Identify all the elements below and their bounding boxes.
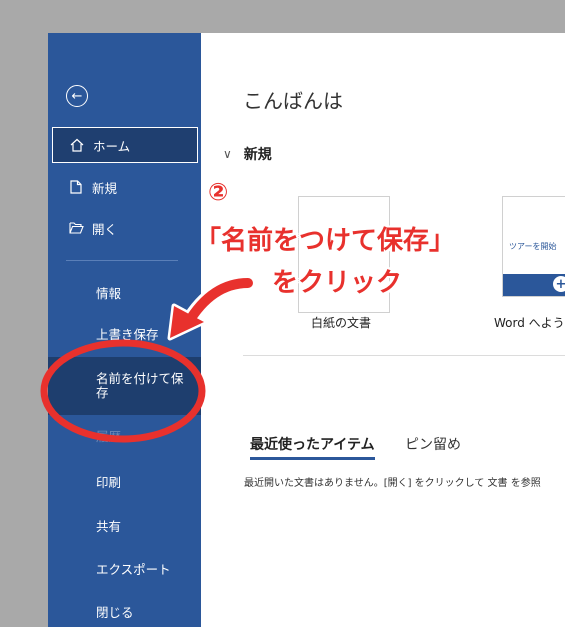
annotation-text-line2: をクリック (272, 268, 403, 298)
tab-recent-underline (250, 457, 375, 460)
recent-empty-message: 最近開いた文書はありません。[開く] をクリックして 文書 を参照 (244, 478, 541, 489)
nav-new[interactable]: 新規 (52, 169, 198, 205)
tab-pinned[interactable]: ピン留め (405, 434, 461, 454)
arrow-left-circle-icon: ← (71, 88, 83, 104)
folder-open-icon (68, 222, 84, 234)
home-icon (69, 138, 85, 152)
tour-preview-bar: + (503, 274, 565, 296)
plus-icon: + (553, 276, 565, 292)
nav-history[interactable]: 履歴 (96, 426, 121, 445)
tour-preview-text: ツアーを開始 (509, 242, 557, 251)
nav-export[interactable]: エクスポート (96, 559, 171, 578)
backstage-window: ← ホーム 新規 開く 情報 上書き保存 名前を付けて保存 履歴 印刷 共有 エ… (48, 33, 565, 627)
back-button[interactable]: ← (66, 85, 88, 107)
welcome-tour-template[interactable]: ツアーを開始 + (502, 196, 565, 297)
nav-save[interactable]: 上書き保存 (96, 324, 159, 343)
backstage-main: こんばんは ∨ 新規 白紙の文書 ツアーを開始 + Word へよう 最近使った… (201, 33, 565, 627)
nav-open-label: 開く (92, 221, 118, 237)
section-divider (243, 355, 565, 356)
nav-home-label: ホーム (93, 138, 131, 154)
new-document-icon (68, 180, 84, 194)
nav-print[interactable]: 印刷 (96, 472, 121, 491)
blank-document-label: 白紙の文書 (311, 316, 372, 330)
backstage-sidebar: ← ホーム 新規 開く 情報 上書き保存 名前を付けて保存 履歴 印刷 共有 エ… (48, 33, 201, 627)
nav-info[interactable]: 情報 (96, 283, 121, 302)
nav-open[interactable]: 開く (52, 210, 198, 246)
tab-recent[interactable]: 最近使ったアイテム (250, 434, 375, 454)
new-section-title: 新規 (243, 147, 272, 163)
annotation-text-line1: 「名前をつけて保存」 (195, 226, 456, 256)
new-section-header[interactable]: ∨ 新規 (223, 144, 272, 164)
nav-share[interactable]: 共有 (96, 516, 121, 535)
sidebar-divider (66, 260, 178, 261)
greeting: こんばんは (243, 91, 343, 113)
welcome-tour-label: Word へよう (494, 316, 565, 330)
chevron-down-icon: ∨ (223, 147, 232, 161)
nav-close[interactable]: 閉じる (96, 602, 134, 621)
annotation-step-number: ② (208, 178, 229, 206)
nav-new-label: 新規 (92, 180, 118, 196)
nav-save-as[interactable]: 名前を付けて保存 (96, 372, 186, 400)
nav-home[interactable]: ホーム (52, 127, 198, 163)
